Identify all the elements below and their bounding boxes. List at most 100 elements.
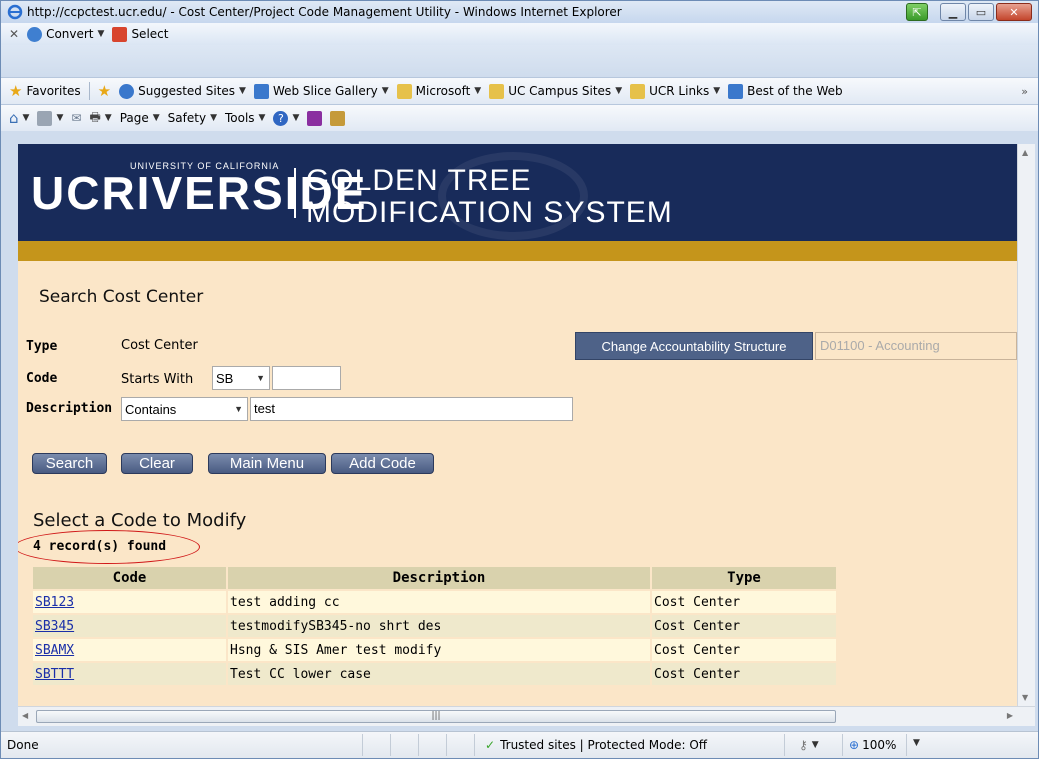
status-segment [362, 734, 390, 756]
horizontal-scroll-thumb[interactable]: ||| [36, 710, 836, 723]
close-button[interactable]: ✕ [996, 3, 1032, 21]
results-table: Code Description Type SB123 test adding … [31, 565, 838, 687]
code-operator-select[interactable]: SB ▼ [212, 366, 270, 390]
main-menu-button[interactable]: Main Menu [208, 453, 326, 474]
page-menu[interactable]: Page ▼ [120, 111, 160, 125]
mail-button[interactable]: ✉ [71, 111, 81, 125]
type-cell: Cost Center [652, 663, 836, 685]
description-label: Description [26, 401, 113, 416]
page-viewport: UCRIVERSIDE UNIVERSITY OF CALIFORNIA GOL… [18, 144, 1017, 706]
fav-label: Suggested Sites [138, 84, 236, 98]
select-icon [112, 26, 128, 42]
code-cell: SB345 [33, 615, 226, 637]
help-icon: ? [273, 110, 289, 126]
research-icon [330, 110, 346, 126]
security-zone[interactable]: ✓ Trusted sites | Protected Mode: Off [474, 734, 784, 756]
fav-label: UCR Links [649, 84, 710, 98]
protected-mode-button[interactable]: ⚷ ▼ [784, 734, 842, 756]
status-bar: Done ✓ Trusted sites | Protected Mode: O… [1, 731, 1038, 758]
code-label: Code [26, 371, 58, 386]
zoom-button[interactable]: ⊕ 100% [842, 734, 906, 756]
add-favorite-icon[interactable]: ★ [98, 82, 111, 100]
favorites-button[interactable]: ★ Favorites [9, 82, 81, 100]
clear-button[interactable]: Clear [121, 453, 193, 474]
search-button[interactable]: Search [32, 453, 107, 474]
scroll-up-icon[interactable]: ▲ [1022, 148, 1028, 157]
convert-button[interactable]: Convert ▼ [27, 26, 105, 42]
chevron-down-icon: ▼ [713, 86, 721, 96]
logo-divider [294, 168, 296, 218]
maximize-button[interactable]: ▭ [968, 3, 994, 21]
nav-area [1, 45, 1038, 77]
add-code-button[interactable]: Add Code [331, 453, 434, 474]
scroll-right-icon[interactable]: ▶ [1007, 711, 1013, 720]
research-button[interactable] [330, 110, 346, 126]
onenote-button[interactable] [307, 110, 323, 126]
code-cell: SBAMX [33, 639, 226, 661]
fav-best-of-the-web[interactable]: Best of the Web [728, 83, 843, 99]
tools-label: Tools [224, 111, 255, 125]
zoom-dropdown[interactable]: ▼ [906, 734, 926, 756]
overflow-chevron-icon[interactable]: » [1021, 85, 1028, 98]
description-input[interactable]: test [250, 397, 573, 421]
vertical-scrollbar[interactable]: ▲ ▼ [1017, 144, 1035, 706]
column-header-description[interactable]: Description [228, 567, 650, 589]
printer-icon: 🖶 [89, 109, 101, 124]
ie-page-icon [728, 83, 744, 99]
home-button[interactable]: ⌂ ▼ [9, 109, 29, 127]
type-cell: Cost Center [652, 639, 836, 661]
select-button[interactable]: Select [112, 26, 168, 42]
chevron-down-icon: ▼ [97, 29, 105, 39]
fav-web-slice-gallery[interactable]: Web Slice Gallery ▼ [253, 83, 389, 99]
chevron-down-icon: ▼ [56, 113, 64, 123]
type-value: Cost Center [121, 338, 198, 353]
flip-icon[interactable]: ⇱ [906, 3, 928, 21]
column-header-type[interactable]: Type [652, 567, 836, 589]
folder-icon [396, 83, 412, 99]
column-header-code[interactable]: Code [33, 567, 226, 589]
fav-label: Microsoft [415, 84, 471, 98]
fav-label: UC Campus Sites [508, 84, 612, 98]
code-link[interactable]: SB123 [35, 595, 74, 610]
chevron-down-icon: ▼ [104, 113, 112, 123]
scroll-left-icon[interactable]: ◀ [22, 711, 28, 720]
description-select-value: Contains [125, 401, 177, 417]
change-accountability-structure-button[interactable]: Change Accountability Structure [575, 332, 813, 360]
code-link[interactable]: SB345 [35, 619, 74, 634]
fav-suggested-sites[interactable]: Suggested Sites ▼ [119, 83, 246, 99]
convert-label: Convert [46, 27, 94, 41]
tools-menu[interactable]: Tools ▼ [225, 111, 265, 125]
minimize-button[interactable]: ▁ [940, 3, 966, 21]
feeds-button[interactable]: ▼ [37, 110, 64, 126]
fav-ucr-links[interactable]: UCR Links ▼ [630, 83, 721, 99]
code-link[interactable]: SBAMX [35, 643, 74, 658]
help-button[interactable]: ? ▼ [273, 110, 299, 126]
close-toolbar-icon[interactable]: ✕ [9, 27, 19, 41]
chevron-down-icon: ▼ [210, 113, 217, 123]
ie-page-icon [119, 83, 135, 99]
fav-microsoft[interactable]: Microsoft ▼ [396, 83, 482, 99]
table-header-row: Code Description Type [33, 567, 836, 589]
print-button[interactable]: 🖶 ▼ [89, 108, 111, 129]
scroll-down-icon[interactable]: ▼ [1022, 693, 1028, 702]
type-label: Type [26, 339, 58, 354]
safety-menu[interactable]: Safety ▼ [168, 111, 217, 125]
status-text: Done [7, 738, 39, 752]
divider [88, 82, 90, 100]
ie-page-icon [253, 83, 269, 99]
description-operator-select[interactable]: Contains ▼ [121, 397, 248, 421]
university-text: UNIVERSITY OF CALIFORNIA [130, 161, 280, 171]
chevron-down-icon: ▼ [474, 86, 482, 96]
chevron-down-icon: ▼ [152, 113, 160, 123]
fav-uc-campus-sites[interactable]: UC Campus Sites ▼ [489, 83, 622, 99]
status-segment [418, 734, 446, 756]
code-input[interactable] [272, 366, 341, 390]
horizontal-scrollbar[interactable]: ◀ ||| ▶ [18, 706, 1035, 726]
table-row: SB345 testmodifySB345-no shrt des Cost C… [33, 615, 836, 637]
addon-toolbar: ✕ Convert ▼ Select [1, 23, 1038, 45]
type-cell: Cost Center [652, 615, 836, 637]
code-link[interactable]: SBTTT [35, 667, 74, 682]
code-prefix: Starts With [121, 372, 194, 387]
structure-field: D01100 - Accounting [815, 332, 1017, 360]
checkmark-icon: ✓ [485, 738, 496, 752]
